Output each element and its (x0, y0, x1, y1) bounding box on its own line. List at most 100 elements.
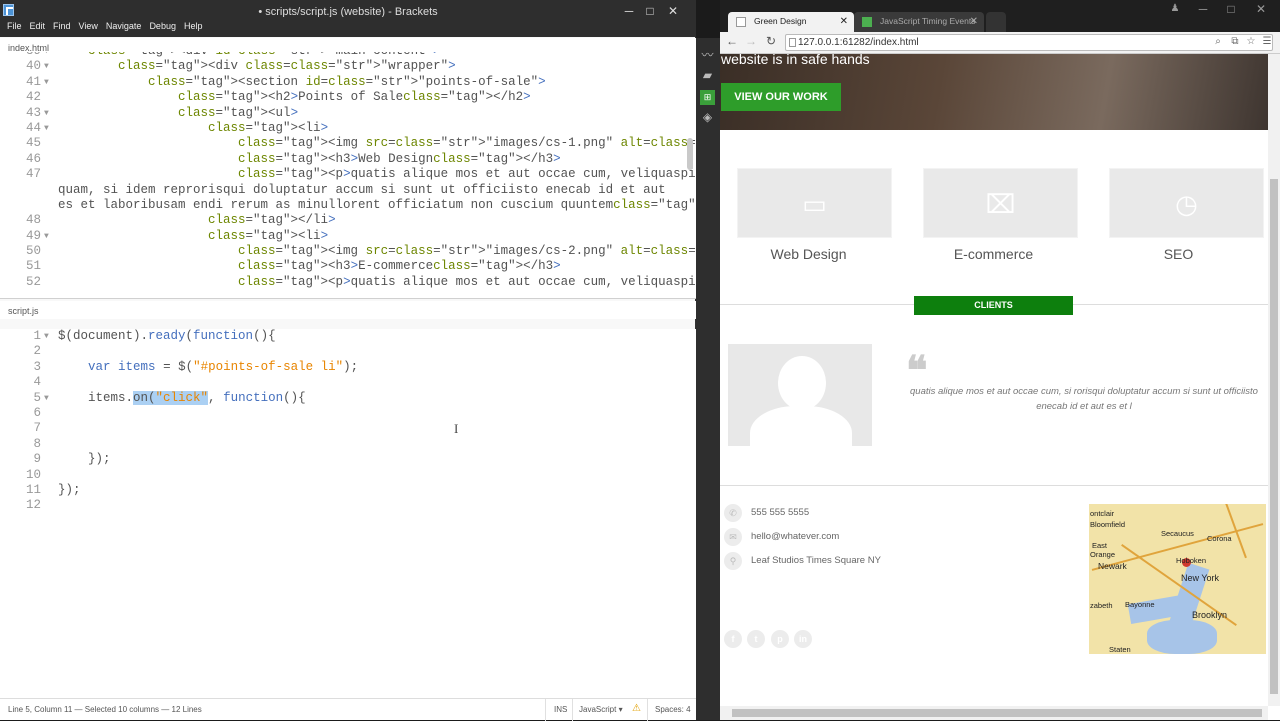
code-text[interactable]: class="tag"><img src=class="str">"images… (58, 136, 696, 151)
pinterest-icon[interactable]: p (771, 630, 789, 648)
code-text[interactable]: class="tag"><li> (58, 229, 328, 244)
code-line[interactable]: 44 ▼ class="tag"><li> (0, 121, 696, 136)
scrollbar-thumb[interactable] (732, 709, 1262, 717)
fold-toggle-icon[interactable]: ▼ (44, 229, 54, 244)
code-line[interactable]: 8 (0, 437, 696, 452)
code-line[interactable]: 48 class="tag"></li> (0, 213, 696, 228)
code-line[interactable]: 7 (0, 421, 696, 436)
html-editor-pane[interactable]: 39▼ class="tag"><div id=class="str">"mai… (0, 52, 696, 298)
code-line[interactable]: 41 ▼ class="tag"><section id=class="str">… (0, 75, 696, 90)
code-line[interactable]: 49 ▼ class="tag"><li> (0, 229, 696, 244)
twitter-icon[interactable]: t (747, 630, 765, 648)
menu-debug[interactable]: Debug (145, 17, 180, 31)
back-icon[interactable]: ← (724, 34, 740, 48)
live-preview-icon[interactable]: 〰 (700, 48, 715, 63)
code-line[interactable]: 10 (0, 468, 696, 483)
code-line[interactable]: 4 (0, 375, 696, 390)
language-selector[interactable]: JavaScript ▾ (579, 705, 623, 714)
fold-toggle-icon[interactable]: ▼ (44, 106, 54, 121)
user-icon[interactable]: ♟ (1166, 1, 1184, 17)
code-line[interactable]: 5 ▼ items.on("click", function(){ (0, 390, 696, 406)
code-text[interactable]: class="tag"><p>quatis alique mos et aut … (58, 275, 696, 290)
service-card-ecommerce[interactable]: ⌧ (923, 168, 1078, 238)
code-line[interactable]: 1 ▼ $(document).ready(function(){ (0, 329, 696, 344)
code-text[interactable]: class="tag"><h2>Points of Saleclass="tag… (58, 90, 531, 105)
code-line[interactable]: 51 class="tag"><h3>E-commerceclass="tag"… (0, 259, 696, 274)
bottom-pane-filename[interactable]: script.js (0, 301, 696, 319)
service-card-seo[interactable]: ◷ (1109, 168, 1264, 238)
tab-green-design[interactable]: Green Design ✕ (728, 12, 854, 32)
code-line[interactable]: 47 class="tag"><p>quatis alique mos et a… (0, 167, 696, 182)
code-line[interactable]: 45 class="tag"><img src=class="str">"ima… (0, 136, 696, 151)
menu-help[interactable]: Help (180, 17, 207, 31)
code-line[interactable]: 3 var items = $("#points-of-sale li"); (0, 360, 696, 375)
forward-icon[interactable]: → (743, 34, 759, 48)
new-tab-button[interactable] (986, 12, 1006, 32)
reload-icon[interactable]: ↻ (763, 34, 779, 48)
code-line[interactable]: 50 class="tag"><img src=class="str">"ima… (0, 244, 696, 259)
code-line[interactable]: 43 ▼ class="tag"><ul> (0, 106, 696, 121)
close-icon[interactable]: ✕ (1252, 1, 1270, 17)
service-card-web-design[interactable]: ▭ (737, 168, 892, 238)
code-line[interactable]: 39▼ class="tag"><div id=class="str">"mai… (0, 52, 696, 59)
code-line[interactable]: 6 (0, 406, 696, 421)
code-text[interactable]: class="tag"><p>quatis alique mos et aut … (58, 167, 696, 182)
code-text[interactable]: var items = $("#points-of-sale li"); (58, 360, 358, 375)
fold-toggle-icon[interactable]: ▼ (44, 52, 54, 59)
js-editor-pane[interactable]: 1 ▼ $(document).ready(function(){2 3 var it… (0, 329, 696, 698)
code-text[interactable]: }); (58, 483, 81, 498)
warning-icon[interactable]: ⚠ (632, 703, 641, 714)
code-line[interactable]: quam, si idem reprorisqui doluptatur acc… (0, 183, 696, 198)
code-line[interactable]: 12 (0, 498, 696, 513)
view-our-work-button[interactable]: VIEW OUR WORK (721, 83, 841, 111)
extension-manager-icon[interactable]: ▰ (700, 68, 715, 83)
horizontal-scrollbar[interactable] (720, 706, 1268, 720)
maximize-icon[interactable]: □ (1222, 1, 1240, 17)
fold-toggle-icon[interactable]: ▼ (44, 59, 54, 74)
menu-file[interactable]: File (0, 17, 26, 31)
code-text[interactable]: class="tag"><h3>E-commerceclass="tag"></… (58, 259, 561, 274)
code-line[interactable]: es et laboribusam endi rerum as minullor… (0, 198, 696, 213)
code-text[interactable]: class="tag"></li> (58, 213, 336, 228)
pane-divider[interactable] (0, 298, 696, 299)
code-text[interactable]: quam, si idem reprorisqui doluptatur acc… (58, 183, 666, 198)
code-text[interactable]: $(document).ready(function(){ (58, 329, 276, 344)
minimize-icon[interactable]: ─ (1194, 1, 1212, 17)
fold-toggle-icon[interactable]: ▼ (44, 391, 54, 406)
search-icon[interactable]: ⌕ (1212, 36, 1224, 48)
code-text[interactable]: }); (58, 452, 111, 467)
code-line[interactable]: 2 (0, 344, 696, 359)
menu-navigate[interactable]: Navigate (102, 17, 146, 31)
extension-icon[interactable]: ⊞ (700, 90, 715, 105)
tab-close-icon[interactable]: ✕ (840, 16, 848, 27)
code-line[interactable]: 9 }); (0, 452, 696, 467)
code-line[interactable]: 52 class="tag"><p>quatis alique mos et a… (0, 275, 696, 290)
code-text[interactable]: class="tag"><ul> (58, 106, 298, 121)
html-code-lines[interactable]: 39▼ class="tag"><div id=class="str">"mai… (0, 52, 696, 290)
code-text[interactable]: class="tag"><h3>Web Designclass="tag"></… (58, 152, 561, 167)
page-info-icon[interactable] (789, 38, 796, 47)
code-line[interactable]: 11}); (0, 483, 696, 498)
code-line[interactable]: 40 ▼ class="tag"><div class=class="str">"… (0, 59, 696, 74)
location-map[interactable]: ontclair Bloomfield Secaucus Corona East… (1089, 504, 1266, 654)
code-text[interactable]: es et laboribusam endi rerum as minullor… (58, 198, 696, 213)
insert-mode[interactable]: INS (554, 705, 567, 714)
facebook-icon[interactable]: f (724, 630, 742, 648)
indent-setting[interactable]: Spaces: 4 (655, 705, 691, 714)
code-text[interactable]: class="tag"><div id=class="str">"main-co… (58, 52, 441, 59)
scrollbar-thumb[interactable] (1270, 179, 1278, 694)
code-text[interactable]: class="tag"><div class=class="str">"wrap… (58, 59, 456, 74)
fold-toggle-icon[interactable]: ▼ (44, 121, 54, 136)
tab-javascript-timing-events[interactable]: JavaScript Timing Events ✕ (854, 12, 984, 32)
linkedin-icon[interactable]: in (794, 630, 812, 648)
menu-find[interactable]: Find (49, 17, 75, 31)
layers-icon[interactable]: ◈ (700, 110, 715, 125)
code-text[interactable]: items.on("click", function(){ (58, 390, 306, 406)
tab-close-icon[interactable]: ✕ (970, 16, 978, 27)
bookmark-star-icon[interactable]: ☆ (1245, 36, 1257, 48)
code-text[interactable]: class="tag"><li> (58, 121, 328, 136)
fold-toggle-icon[interactable]: ▼ (44, 329, 54, 344)
vertical-scrollbar[interactable] (1268, 54, 1280, 706)
js-code-lines[interactable]: 1 ▼ $(document).ready(function(){2 3 var it… (0, 329, 696, 514)
code-line[interactable]: 42 class="tag"><h2>Points of Saleclass="… (0, 90, 696, 105)
